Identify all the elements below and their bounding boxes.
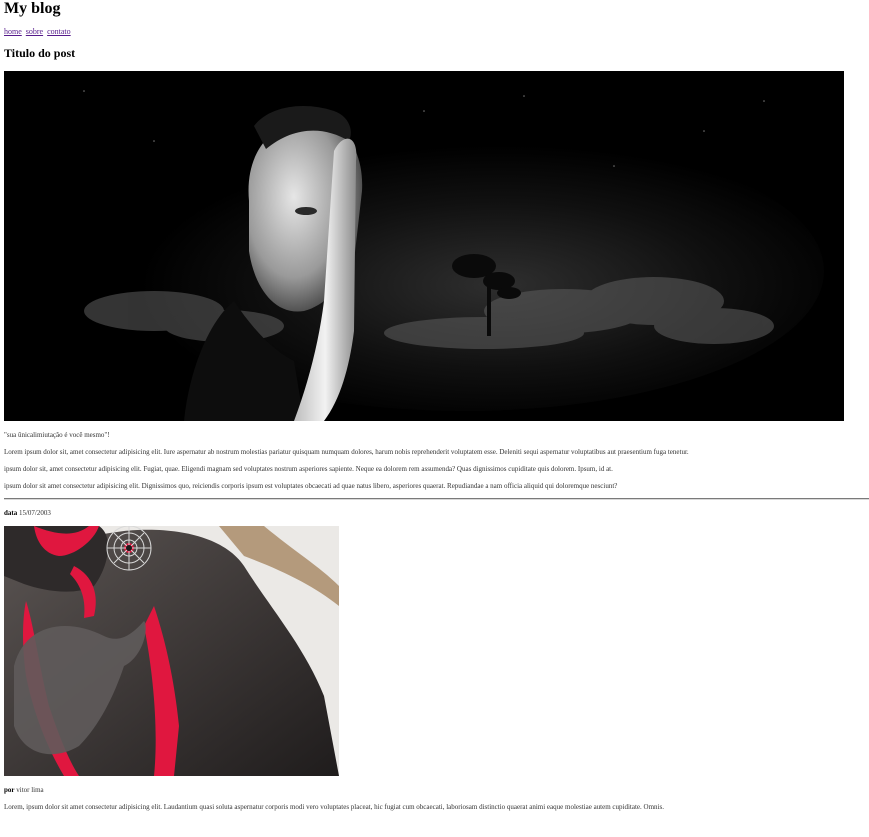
photo-illustration xyxy=(4,526,339,776)
post-date: data 15/07/2003 xyxy=(4,509,51,518)
post-paragraph-2: ipsum dolor sit, amet consectetur adipis… xyxy=(4,465,613,473)
date-label: data xyxy=(4,509,18,517)
author-value: vitor lima xyxy=(16,786,44,794)
post-paragraph-1: Lorem ipsum dolor sit, amet consectetur … xyxy=(4,448,689,456)
nav-link-home[interactable]: home xyxy=(4,27,22,36)
blog-title: My blog xyxy=(4,0,61,17)
post-photo xyxy=(4,526,339,776)
nav-link-sobre[interactable]: sobre xyxy=(26,27,43,36)
horizontal-rule xyxy=(4,498,869,500)
date-value: 15/07/2003 xyxy=(18,509,51,517)
footer-paragraph: Lorem, ipsum dolor sit amet consectetur … xyxy=(4,803,664,811)
main-nav: home sobre contato xyxy=(4,27,73,37)
post-paragraph-3: ipsum dolor sit amet consectetur adipisi… xyxy=(4,482,618,490)
nav-link-contato[interactable]: contato xyxy=(47,27,71,36)
post-author: por vitor lima xyxy=(4,786,44,795)
post-title: Titulo do post xyxy=(4,46,76,60)
author-label: por xyxy=(4,786,15,794)
post-quote: "sua ûnicalimiutação é você mesmo"! xyxy=(4,431,110,439)
hero-illustration xyxy=(4,71,844,421)
hero-image xyxy=(4,71,844,421)
